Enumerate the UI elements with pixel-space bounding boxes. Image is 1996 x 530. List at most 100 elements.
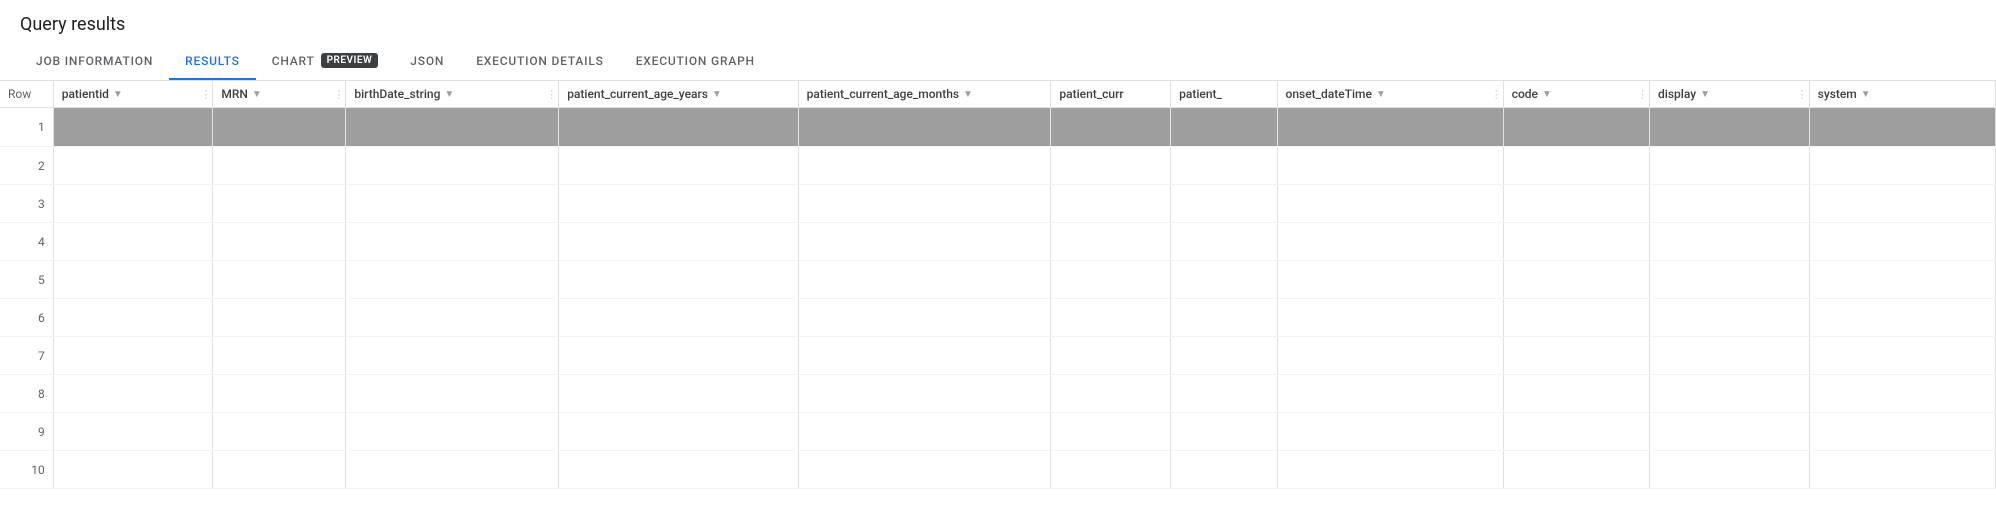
table-cell (559, 413, 798, 451)
table-cell (1503, 185, 1649, 223)
table-cell (346, 375, 559, 413)
table-cell (1503, 223, 1649, 261)
page-title: Query results (0, 0, 1996, 43)
table-cell (559, 185, 798, 223)
table-cell (1171, 413, 1277, 451)
row-number-cell: 6 (0, 299, 53, 337)
table-cell (1051, 185, 1171, 223)
table-cell (346, 299, 559, 337)
col-curr1-label: patient_curr (1059, 87, 1123, 101)
table-cell (53, 261, 213, 299)
table-cell (1051, 147, 1171, 185)
table-cell (798, 413, 1051, 451)
table-cell (1650, 147, 1810, 185)
table-cell (1503, 261, 1649, 299)
results-table: Row patientid ▼ ⋮ MRN ▼ ⋮ (0, 81, 1996, 489)
table-cell (1277, 108, 1503, 147)
table-cell (53, 223, 213, 261)
col-age-years-label: patient_current_age_years (567, 87, 708, 101)
table-cell (1277, 147, 1503, 185)
table-cell (1809, 261, 1995, 299)
resize-handle-mrn[interactable]: ⋮ (333, 88, 337, 101)
tab-execution-graph[interactable]: EXECUTION GRAPH (620, 44, 771, 80)
resize-handle-display[interactable]: ⋮ (1797, 88, 1801, 101)
table-cell (1171, 185, 1277, 223)
table-cell (346, 185, 559, 223)
row-number-cell: 1 (0, 108, 53, 147)
table-cell (213, 261, 346, 299)
resize-handle-onset[interactable]: ⋮ (1491, 88, 1495, 101)
tab-results[interactable]: RESULTS (169, 44, 256, 80)
cell-value-block (799, 108, 1051, 146)
col-header-code[interactable]: code ▼ ⋮ (1503, 81, 1649, 108)
cell-value-block (1051, 108, 1170, 146)
tab-job-information[interactable]: JOB INFORMATION (20, 44, 169, 80)
col-age-months-label: patient_current_age_months (807, 87, 959, 101)
table-cell (346, 147, 559, 185)
col-header-display[interactable]: display ▼ ⋮ (1650, 81, 1810, 108)
table-cell (213, 147, 346, 185)
table-cell (346, 108, 559, 147)
col-header-system[interactable]: system ▼ (1809, 81, 1995, 108)
table-cell (798, 299, 1051, 337)
cell-value-block (213, 108, 345, 146)
col-display-label: display (1658, 87, 1696, 101)
tab-json[interactable]: JSON (394, 44, 460, 80)
table-cell (1051, 223, 1171, 261)
table-cell (1051, 108, 1171, 147)
table-cell (1171, 375, 1277, 413)
col-header-birthdate[interactable]: birthDate_string ▼ ⋮ (346, 81, 559, 108)
cell-value-block (1278, 108, 1503, 146)
table-cell (1650, 299, 1810, 337)
tab-chart[interactable]: CHART PREVIEW (256, 43, 395, 80)
table-cell (798, 223, 1051, 261)
resize-handle-code[interactable]: ⋮ (1637, 88, 1641, 101)
tab-execution-details[interactable]: EXECUTION DETAILS (460, 44, 620, 80)
table-cell (1503, 108, 1649, 147)
col-patientid-label: patientid (62, 87, 109, 101)
table-cell (1171, 451, 1277, 489)
table-cell (559, 147, 798, 185)
table-row: 6 (0, 299, 1996, 337)
cell-value-block (346, 108, 558, 146)
table-cell (1277, 451, 1503, 489)
resize-handle-patientid[interactable]: ⋮ (200, 88, 204, 101)
tab-job-information-label: JOB INFORMATION (36, 54, 153, 68)
table-cell (213, 108, 346, 147)
table-cell (53, 108, 213, 147)
col-header-patientid[interactable]: patientid ▼ ⋮ (53, 81, 213, 108)
col-birthdate-label: birthDate_string (354, 87, 440, 101)
row-number-cell: 9 (0, 413, 53, 451)
col-header-age-years[interactable]: patient_current_age_years ▼ (559, 81, 798, 108)
tab-execution-details-label: EXECUTION DETAILS (476, 54, 604, 68)
table-cell (1809, 337, 1995, 375)
table-row: 8 (0, 375, 1996, 413)
table-cell (1171, 108, 1277, 147)
table-cell (213, 185, 346, 223)
table-cell (1650, 451, 1810, 489)
cell-value-block (1810, 108, 1995, 146)
tab-json-label: JSON (410, 54, 444, 68)
table-cell (559, 337, 798, 375)
table-cell (213, 223, 346, 261)
col-system-label: system (1818, 87, 1857, 101)
table-cell (346, 223, 559, 261)
table-cell (1650, 261, 1810, 299)
col-header-mrn[interactable]: MRN ▼ ⋮ (213, 81, 346, 108)
table-cell (1650, 185, 1810, 223)
row-number-cell: 5 (0, 261, 53, 299)
col-header-onset[interactable]: onset_dateTime ▼ ⋮ (1277, 81, 1503, 108)
col-header-age-months[interactable]: patient_current_age_months ▼ (798, 81, 1051, 108)
table-cell (213, 375, 346, 413)
table-cell (1277, 299, 1503, 337)
row-number-cell: 8 (0, 375, 53, 413)
table-cell (1809, 451, 1995, 489)
table-cell (53, 185, 213, 223)
table-header-row: Row patientid ▼ ⋮ MRN ▼ ⋮ (0, 81, 1996, 108)
resize-handle-birthdate[interactable]: ⋮ (546, 88, 550, 101)
table-cell (1503, 337, 1649, 375)
table-cell (798, 375, 1051, 413)
table-row: 4 (0, 223, 1996, 261)
table-cell (1051, 261, 1171, 299)
sort-icon-system: ▼ (1861, 89, 1871, 100)
